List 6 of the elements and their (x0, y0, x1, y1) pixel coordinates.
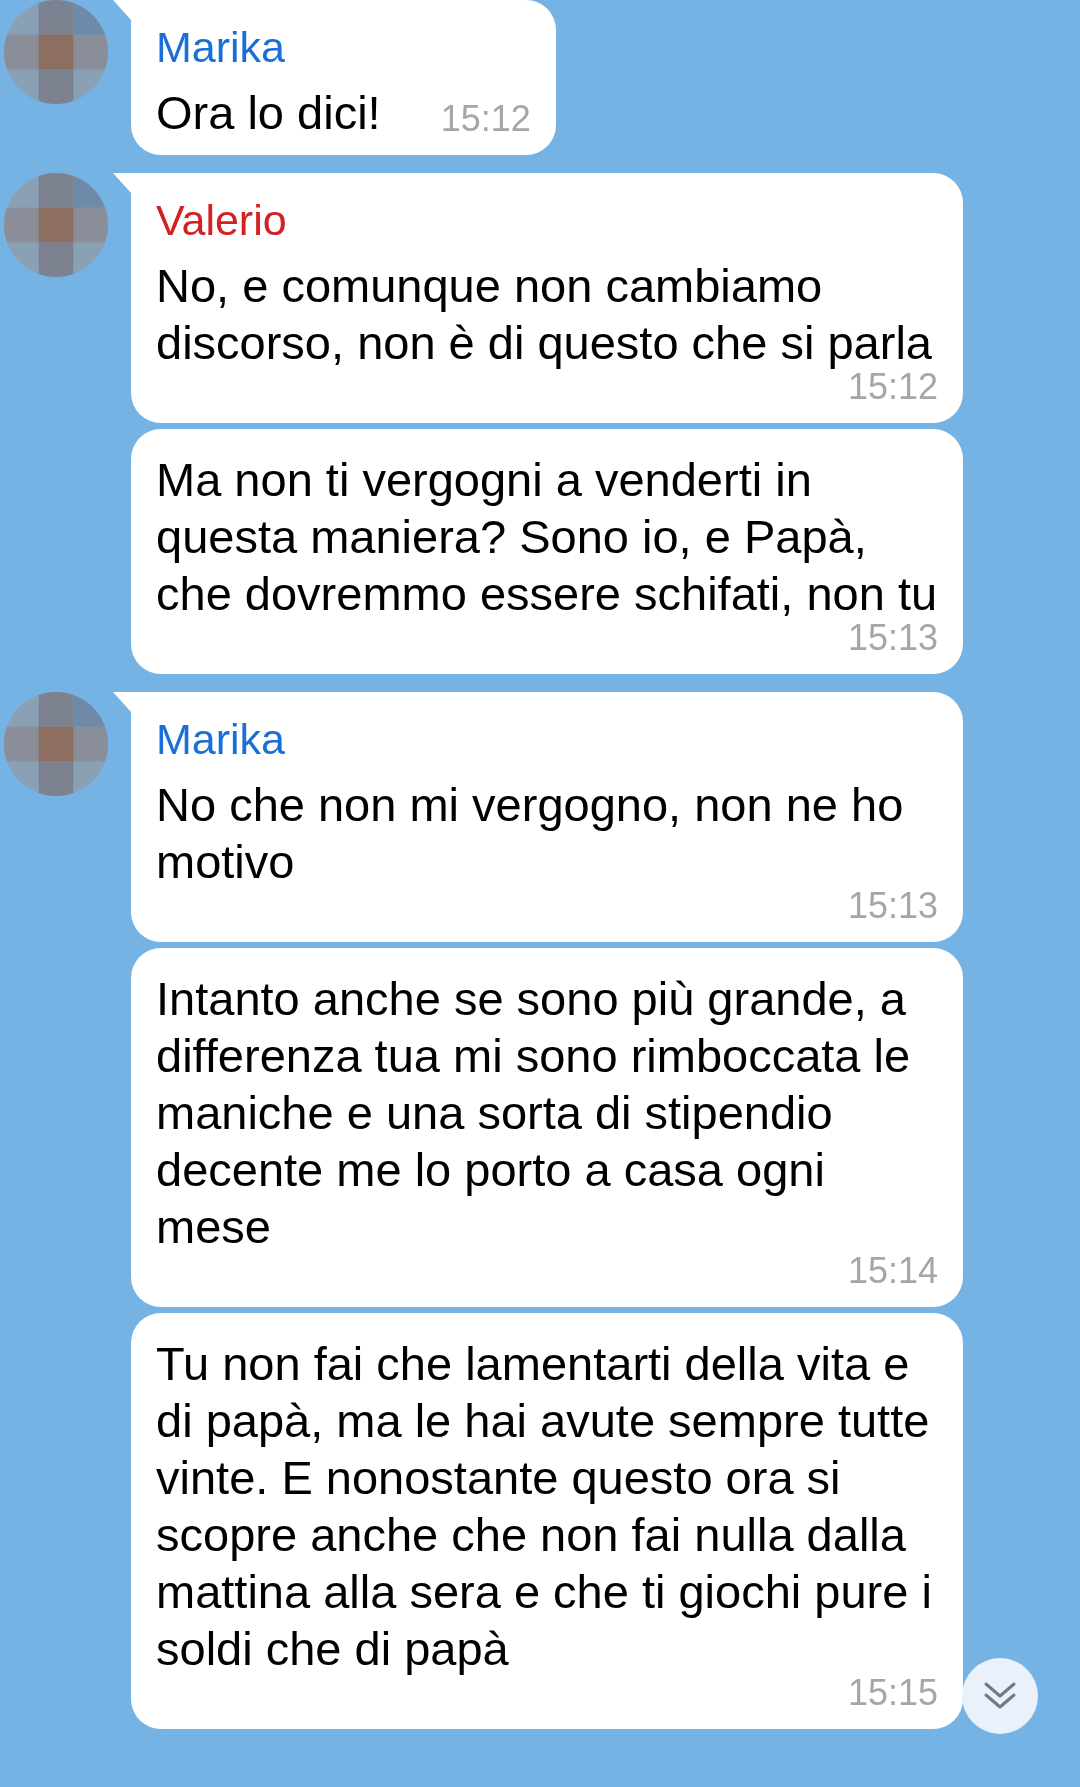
sender-name: Marika (156, 714, 287, 764)
sender-name: Marika (156, 22, 287, 72)
sender-name: Valerio (156, 195, 288, 245)
message-text: Ora lo dici! (156, 85, 381, 141)
double-chevron-down-icon (983, 1681, 1017, 1711)
message-time: 15:12 (439, 97, 531, 141)
